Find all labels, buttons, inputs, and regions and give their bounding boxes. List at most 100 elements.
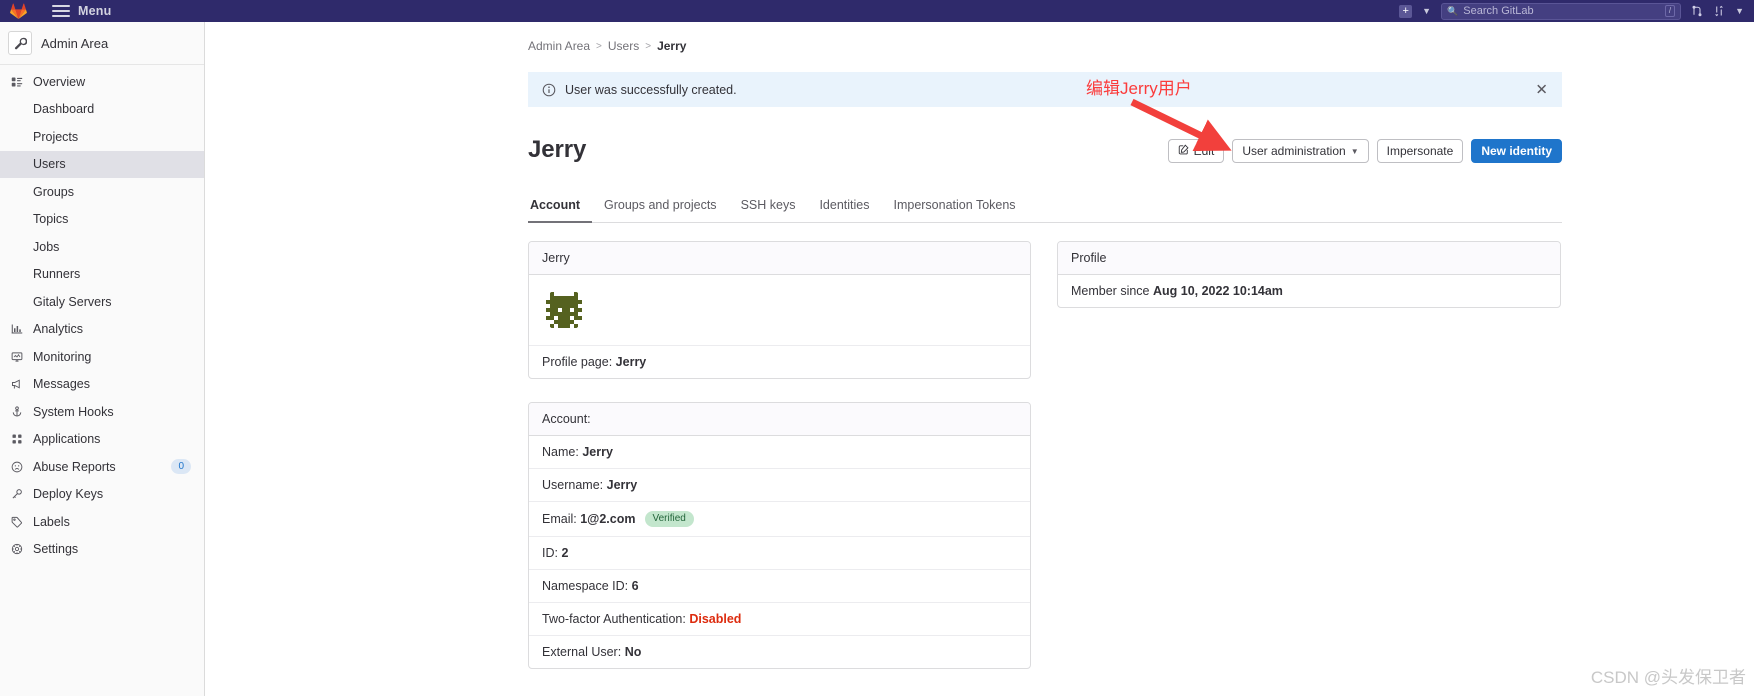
issues-icon[interactable] <box>1713 5 1725 17</box>
megaphone-icon <box>9 378 24 390</box>
impersonate-button[interactable]: Impersonate <box>1376 139 1464 163</box>
sidebar-item-analytics[interactable]: Analytics <box>0 316 204 344</box>
member-since-label: Member since <box>1071 284 1150 298</box>
edit-button[interactable]: Edit <box>1167 139 1225 163</box>
search-icon: 🔍 <box>1447 5 1459 16</box>
sidebar-item-label: Settings <box>33 542 79 557</box>
sidebar-item-monitoring[interactable]: Monitoring <box>0 343 204 371</box>
label-tag-icon <box>9 516 24 528</box>
overview-icon <box>9 76 24 88</box>
tab-identities[interactable]: Identities <box>807 193 881 223</box>
tab-ssh-keys[interactable]: SSH keys <box>729 193 808 223</box>
account-row-namespace-id: Namespace ID: 6 <box>529 570 1030 603</box>
sidebar-item-label: Applications <box>33 432 101 447</box>
profile-page-value[interactable]: Jerry <box>616 355 647 369</box>
sidebar-item-overview[interactable]: Overview <box>0 68 204 96</box>
sidebar-item-label: Deploy Keys <box>33 487 104 502</box>
row-value: 6 <box>631 579 639 593</box>
sidebar-item-label: Abuse Reports <box>33 459 116 474</box>
sidebar-item-gitaly-servers[interactable]: Gitaly Servers <box>0 288 204 316</box>
row-value: Jerry <box>606 478 638 492</box>
sidebar-item-abuse-reports[interactable]: Abuse Reports 0 <box>0 453 204 481</box>
sidebar-item-label: Messages <box>33 377 90 392</box>
breadcrumb-item-admin-area[interactable]: Admin Area <box>528 39 590 53</box>
page-actions: Edit User administration ▼ Impersonate N… <box>1167 139 1562 163</box>
gear-icon <box>9 543 24 555</box>
profile-page-row: Profile page: Jerry <box>529 346 1030 378</box>
sidebar-item-dashboard[interactable]: Dashboard <box>0 96 204 124</box>
breadcrumb-separator: > <box>645 40 652 52</box>
abuse-reports-badge: 0 <box>171 459 191 475</box>
user-summary-card: Jerry Profile page: Jerry <box>528 241 1031 379</box>
search-shortcut-badge: / <box>1664 5 1676 17</box>
search-placeholder: Search GitLab <box>1463 5 1534 17</box>
row-label: Namespace ID: <box>542 579 629 593</box>
sidebar-item-groups[interactable]: Groups <box>0 178 204 206</box>
tab-label: Identities <box>819 198 870 212</box>
row-value: Jerry <box>582 445 613 459</box>
sidebar-item-labels[interactable]: Labels <box>0 508 204 536</box>
sidebar-context-header[interactable]: Admin Area <box>0 22 204 65</box>
profile-page-label: Profile page: <box>542 355 613 369</box>
monitor-icon <box>9 351 24 363</box>
account-row-id: ID: 2 <box>529 537 1030 570</box>
row-value: 2 <box>561 546 569 560</box>
tab-groups-and-projects[interactable]: Groups and projects <box>592 193 729 223</box>
sidebar-item-jobs[interactable]: Jobs <box>0 233 204 261</box>
account-card-header: Account: <box>529 403 1030 436</box>
tab-account[interactable]: Account <box>528 193 592 223</box>
right-column: Profile Member since Aug 10, 2022 10:14a… <box>1057 241 1561 692</box>
search-input[interactable]: 🔍 Search GitLab / <box>1441 2 1682 20</box>
hook-anchor-icon <box>9 406 24 418</box>
key-icon <box>9 488 24 500</box>
account-card: Account: Name: Jerry Username: Jerry Ema… <box>528 402 1031 669</box>
merge-request-icon[interactable] <box>1691 5 1703 17</box>
tab-label: Groups and projects <box>604 198 717 212</box>
sidebar-item-label: Monitoring <box>33 349 92 364</box>
user-administration-dropdown[interactable]: User administration ▼ <box>1232 139 1369 163</box>
gitlab-logo-icon[interactable] <box>6 0 30 22</box>
account-row-external-user: External User: No <box>529 636 1030 668</box>
sidebar-item-label: Dashboard <box>33 102 95 117</box>
user-summary-card-header: Jerry <box>529 242 1030 275</box>
user-menu-chevron-down-icon[interactable]: ▼ <box>1735 6 1744 16</box>
hamburger-menu-icon[interactable] <box>52 5 70 17</box>
account-row-email: Email: 1@2.com Verified <box>529 502 1030 537</box>
sidebar-item-runners[interactable]: Runners <box>0 261 204 289</box>
menu-label[interactable]: Menu <box>78 4 111 18</box>
new-identity-button-label: New identity <box>1481 144 1552 158</box>
account-row-two-factor: Two-factor Authentication: Disabled <box>529 603 1030 636</box>
sidebar-item-topics[interactable]: Topics <box>0 206 204 234</box>
sidebar-item-label: Users <box>33 157 66 172</box>
sidebar-context-title: Admin Area <box>41 35 109 51</box>
new-identity-button[interactable]: New identity <box>1471 139 1562 163</box>
sidebar-item-system-hooks[interactable]: System Hooks <box>0 398 204 426</box>
sidebar-item-applications[interactable]: Applications <box>0 426 204 454</box>
sidebar-item-label: Labels <box>33 514 70 529</box>
tab-impersonation-tokens[interactable]: Impersonation Tokens <box>881 193 1027 223</box>
user-tabs: Account Groups and projects SSH keys Ide… <box>528 193 1562 223</box>
sidebar-item-deploy-keys[interactable]: Deploy Keys <box>0 481 204 509</box>
row-value[interactable]: 1@2.com <box>580 512 635 526</box>
close-x-icon[interactable]: ✕ <box>1535 82 1548 97</box>
chevron-down-icon[interactable]: ▼ <box>1422 6 1431 16</box>
breadcrumb-item-users[interactable]: Users <box>608 39 639 53</box>
topbar-right-group: + ▼ 🔍 Search GitLab / ▼ <box>1399 2 1754 20</box>
alert-message: User was successfully created. <box>565 82 737 97</box>
row-value: Disabled <box>689 612 742 626</box>
row-label: Two-factor Authentication: <box>542 612 686 626</box>
sidebar-item-settings[interactable]: Settings <box>0 536 204 564</box>
status-badge: Verified <box>644 511 694 527</box>
sidebar-item-messages[interactable]: Messages <box>0 371 204 399</box>
chart-bar-icon <box>9 323 24 335</box>
member-since-value: Aug 10, 2022 10:14am <box>1152 284 1283 298</box>
sidebar-item-label: Projects <box>33 129 79 144</box>
wrench-icon <box>8 31 32 55</box>
sad-face-icon <box>9 461 24 473</box>
identicon-avatar <box>542 288 586 332</box>
row-label: Email: <box>542 512 577 526</box>
plus-square-icon[interactable]: + <box>1399 4 1413 18</box>
breadcrumb-separator: > <box>596 40 602 52</box>
sidebar-item-projects[interactable]: Projects <box>0 123 204 151</box>
sidebar-item-users[interactable]: Users <box>0 150 204 178</box>
